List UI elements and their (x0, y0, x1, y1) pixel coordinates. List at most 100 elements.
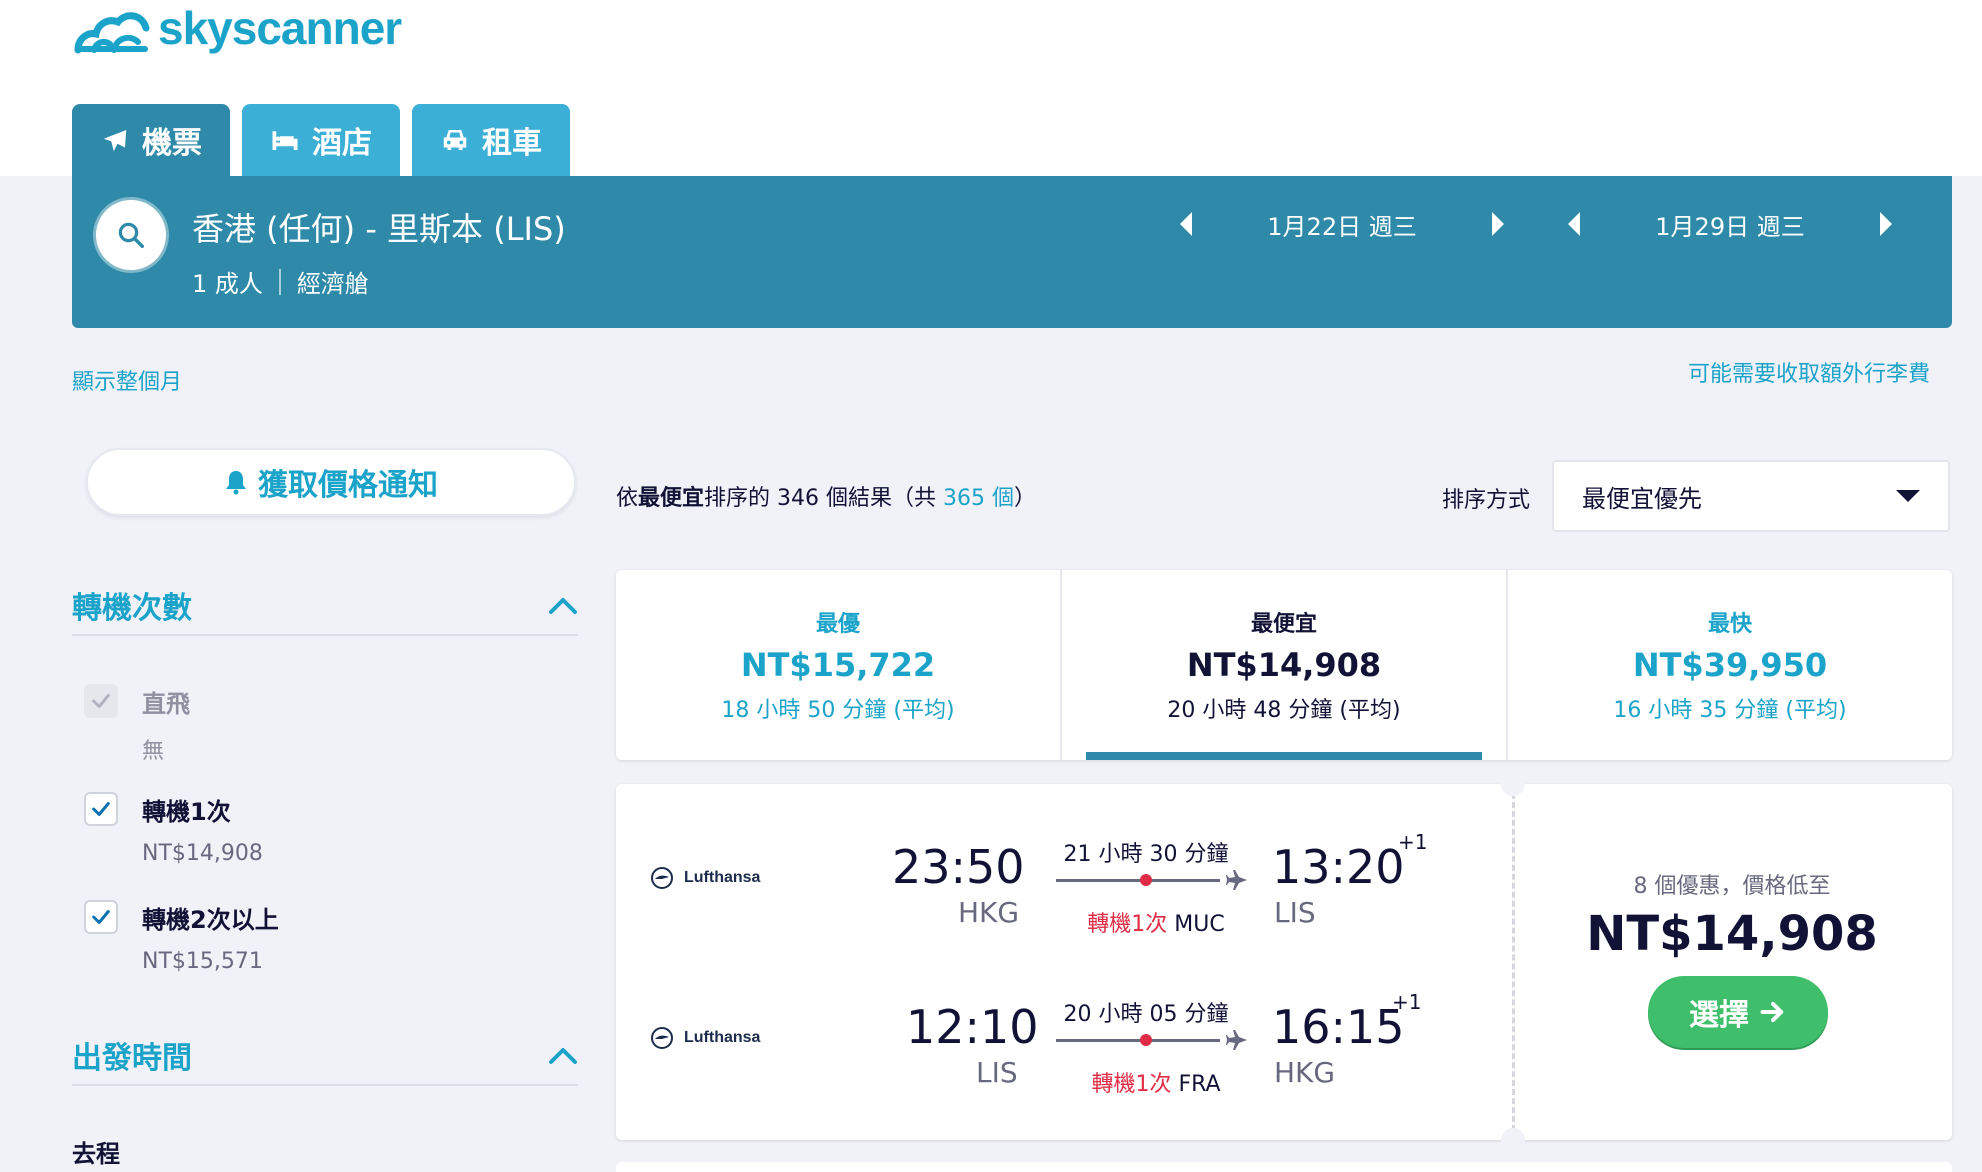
ticket-divider (1512, 784, 1515, 1140)
departure-time-filter-header[interactable]: 出發時間 (72, 1026, 578, 1086)
one-stop-label: 轉機1次 (142, 798, 231, 826)
divider (278, 268, 281, 295)
stops-filter-header[interactable]: 轉機次數 (72, 576, 578, 636)
skyscanner-logo[interactable]: skyscanner (72, 0, 402, 56)
stop-info: 轉機1次 FRA (1056, 1066, 1256, 1098)
results-sort-word: 最便宜 (638, 486, 705, 511)
results-summary: 依最便宜排序的 346 個結果（共 365 個） (616, 480, 1036, 512)
price-alert-label: 獲取價格通知 (258, 468, 438, 503)
next-depart-date-icon[interactable] (1492, 212, 1504, 236)
car-icon (443, 130, 467, 150)
plane-icon (1226, 870, 1247, 890)
stop-info: 轉機1次 MUC (1056, 906, 1256, 938)
active-tab-indicator (1086, 752, 1482, 760)
top-header: skyscanner 機票 酒店 租車 (0, 0, 1982, 176)
ticket-notch (1501, 1128, 1525, 1152)
depart-time: 23:50 (892, 840, 1025, 894)
airline-logo: Lufthansa (650, 866, 760, 890)
sort-tab-duration: 16 小時 35 分鐘 (平均) (1613, 698, 1847, 723)
results-prefix: 依 (616, 486, 639, 511)
edit-search-button[interactable] (96, 200, 166, 270)
tab-hotels[interactable]: 酒店 (242, 104, 400, 176)
airline-name: Lufthansa (684, 1029, 761, 1046)
sort-tab-price: NT$14,908 (1186, 646, 1382, 684)
select-label: 選擇 (1689, 998, 1749, 1033)
cabin-text: 經濟艙 (296, 270, 369, 298)
arrive-airport: HKG (1274, 1056, 1336, 1089)
chevron-up-icon[interactable] (548, 1045, 578, 1065)
product-tabs: 機票 酒店 租車 (72, 104, 570, 176)
sort-label: 排序方式 (1442, 488, 1531, 513)
depart-airport: HKG (958, 896, 1020, 929)
prev-return-date-icon[interactable] (1568, 212, 1580, 236)
tab-flights[interactable]: 機票 (72, 104, 230, 176)
show-whole-month-link[interactable]: 顯示整個月 (72, 364, 182, 396)
tab-label: 酒店 (312, 126, 372, 161)
prev-depart-date-icon[interactable] (1180, 212, 1192, 236)
sort-tabs: 最優 NT$15,722 18 小時 50 分鐘 (平均) 最便宜 NT$14,… (616, 570, 1952, 760)
passengers-text: 1 成人 (192, 270, 263, 298)
next-itinerary-card[interactable] (616, 1162, 1952, 1172)
results-total-link[interactable]: 365 個 (943, 486, 1014, 511)
results-suffix: ） (1014, 486, 1037, 511)
route-text[interactable]: 香港 (任何) - 里斯本 (LIS) (192, 204, 566, 250)
direct-label: 直飛 (142, 690, 190, 718)
sort-tab-price: NT$39,950 (1632, 646, 1828, 684)
sort-tab-duration: 20 小時 48 分鐘 (平均) (1167, 698, 1401, 723)
stop-dot (1140, 874, 1152, 886)
sort-tab-duration: 18 小時 50 分鐘 (平均) (721, 698, 955, 723)
caret-down-icon (1896, 490, 1920, 502)
two-plus-label: 轉機2次以上 (142, 906, 279, 934)
search-summary: 香港 (任何) - 里斯本 (LIS) 1 成人 經濟艙 1月22日 週三 1月… (72, 176, 1952, 328)
results-count: 排序的 346 個結果（共 (704, 486, 944, 511)
one-stop-price: NT$14,908 (142, 841, 263, 866)
two-plus-checkbox[interactable] (84, 900, 118, 934)
one-stop-checkbox[interactable] (84, 792, 118, 826)
itinerary-card[interactable]: Lufthansa 23:50 HKG 21 小時 30 分鐘 轉機1次 MUC… (616, 772, 1952, 1152)
stops-option-two-plus[interactable]: 轉機2次以上 NT$15,571 (84, 900, 279, 974)
lufthansa-crane-icon (651, 867, 673, 889)
sort-tab-name: 最優 (815, 612, 860, 637)
tab-label: 租車 (482, 126, 542, 161)
departure-time-title: 出發時間 (72, 1041, 192, 1076)
arrow-right-icon (1760, 1001, 1784, 1023)
chevron-up-icon[interactable] (548, 595, 578, 615)
leg-duration: 21 小時 30 分鐘 (1063, 842, 1229, 867)
bell-icon (226, 471, 246, 495)
logo-cloud-icon (74, 12, 150, 54)
passenger-cabin[interactable]: 1 成人 經濟艙 (192, 264, 369, 299)
direct-option-text: 直飛 無 (142, 684, 190, 765)
arrive-time: 16:15 (1272, 1000, 1405, 1054)
plane-icon (103, 130, 127, 152)
select-button[interactable]: 選擇 (1648, 976, 1828, 1048)
sort-tab-cheapest[interactable]: 最便宜 NT$14,908 20 小時 48 分鐘 (平均) (1060, 570, 1506, 760)
stops-option-direct: 直飛 無 (84, 684, 190, 765)
sort-tab-name: 最快 (1707, 612, 1752, 637)
baggage-fees-link[interactable]: 可能需要收取額外行李費 (1688, 356, 1930, 388)
stops-option-one[interactable]: 轉機1次 NT$14,908 (84, 792, 263, 866)
depart-time: 12:10 (906, 1000, 1039, 1054)
ticket-notch (1501, 772, 1525, 796)
stops-count: 轉機1次 (1091, 1072, 1172, 1097)
airline-logo: Lufthansa (650, 1026, 760, 1050)
sort-tab-best[interactable]: 最優 NT$15,722 18 小時 50 分鐘 (平均) (616, 570, 1060, 760)
plane-icon (1226, 1030, 1247, 1050)
depart-date-picker: 1月22日 週三 (1180, 200, 1504, 248)
stops-filter-title: 轉機次數 (72, 591, 192, 626)
airline-name: Lufthansa (684, 869, 761, 886)
check-icon (92, 694, 110, 708)
two-plus-price: NT$15,571 (142, 949, 263, 974)
direct-price: 無 (142, 739, 165, 764)
stops-count: 轉機1次 (1087, 912, 1168, 937)
depart-date[interactable]: 1月22日 週三 (1192, 207, 1492, 242)
sort-select[interactable]: 最便宜優先 (1552, 460, 1950, 532)
logo-text: skyscanner (158, 2, 402, 54)
next-return-date-icon[interactable] (1880, 212, 1892, 236)
price-alert-button[interactable]: 獲取價格通知 (86, 448, 576, 516)
check-icon (92, 802, 110, 816)
tab-cars[interactable]: 租車 (412, 104, 570, 176)
sort-tab-fastest[interactable]: 最快 NT$39,950 16 小時 35 分鐘 (平均) (1506, 570, 1952, 760)
day-offset: +1 (1398, 830, 1428, 854)
return-date[interactable]: 1月29日 週三 (1580, 207, 1880, 242)
stop-airport: FRA (1178, 1072, 1221, 1097)
